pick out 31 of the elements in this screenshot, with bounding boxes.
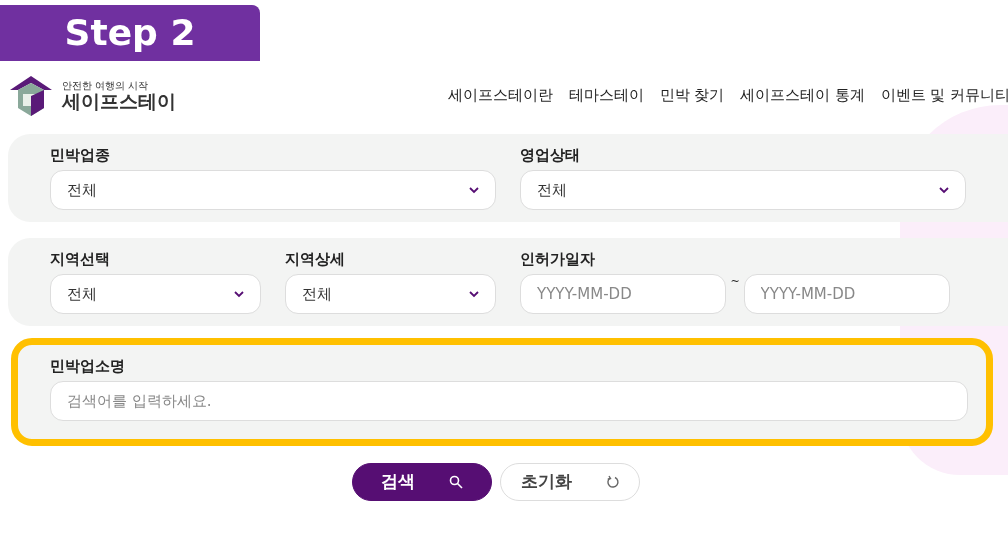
reset-button[interactable]: 초기화	[500, 463, 640, 501]
date-input[interactable]: YYYY-MM-DD	[520, 274, 727, 314]
field-label: 민박업소명	[50, 357, 126, 375]
field-label: 민박업종	[50, 146, 111, 164]
field-label: 지역선택	[50, 250, 111, 268]
chevron-down-icon	[939, 186, 949, 194]
house-mascot-icon	[8, 74, 54, 118]
search-input[interactable]: 검색어를 입력하세요.	[50, 381, 968, 421]
select-field[interactable]: 전체	[50, 170, 496, 210]
logo-name: 세이프스테이	[62, 90, 176, 112]
step-badge: Step 2	[0, 5, 260, 61]
nav-link[interactable]: 세이프스테이 통계	[740, 85, 865, 107]
chevron-down-icon	[234, 290, 244, 298]
field-label: 인허가일자	[520, 250, 596, 268]
logo-tagline: 안전한 여행의 시작	[62, 80, 150, 91]
select-field[interactable]: 전체	[50, 274, 261, 314]
search-icon	[449, 475, 463, 489]
chevron-down-icon	[469, 290, 479, 298]
nav-link[interactable]: 이벤트 및 커뮤니티	[880, 85, 1008, 107]
field-label: 지역상세	[285, 250, 346, 268]
select-field[interactable]: 전체	[520, 170, 966, 210]
range-separator: ~	[730, 274, 740, 290]
field-label: 영업상태	[520, 146, 581, 164]
nav-link[interactable]: 세이프스테이란	[447, 85, 553, 107]
nav-link[interactable]: 민박 찾기	[659, 85, 725, 107]
refresh-icon	[605, 475, 620, 489]
select-field[interactable]: 전체	[285, 274, 496, 314]
date-input[interactable]: YYYY-MM-DD	[743, 274, 950, 314]
search-button[interactable]: 검색	[352, 463, 492, 501]
nav-link[interactable]: 테마스테이	[568, 85, 644, 107]
chevron-down-icon	[469, 186, 479, 194]
